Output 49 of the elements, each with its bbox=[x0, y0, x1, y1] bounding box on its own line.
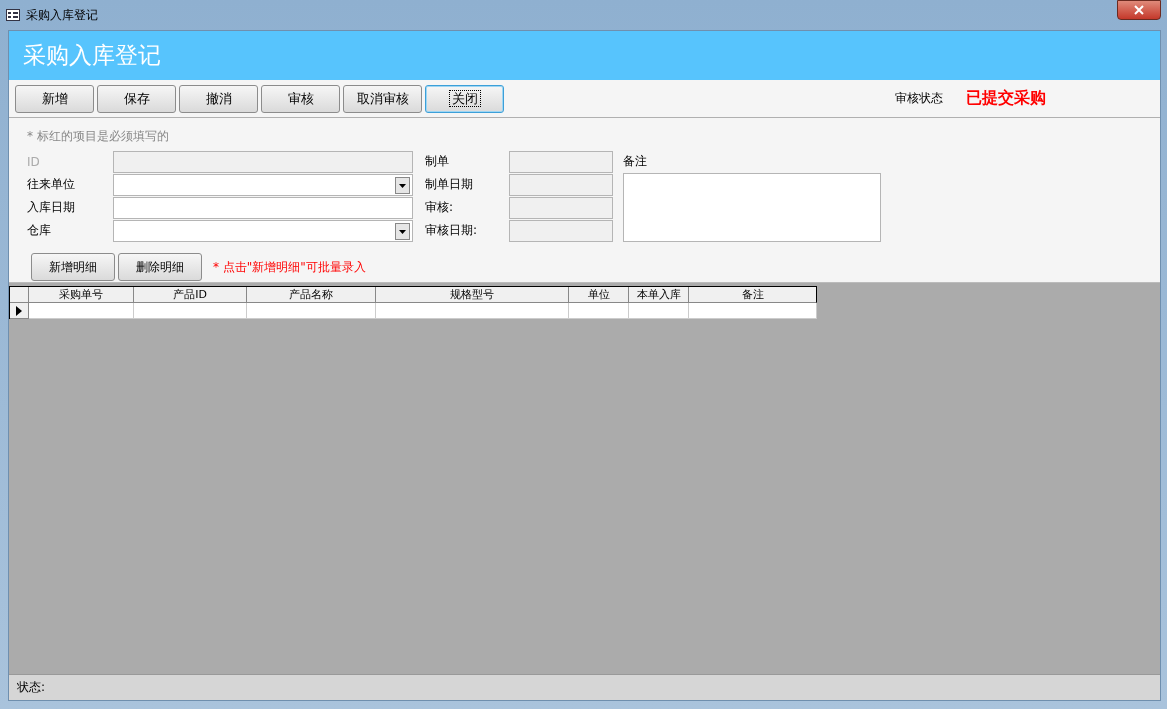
text-field[interactable] bbox=[509, 219, 613, 242]
field-label: 仓库 bbox=[27, 222, 52, 239]
toolbar-button[interactable]: 审核 bbox=[261, 84, 340, 113]
review-status-value: 已提交采购 bbox=[966, 88, 1046, 109]
table-cell[interactable] bbox=[569, 303, 629, 319]
detail-button[interactable]: 删除明细 bbox=[118, 253, 202, 281]
window-title: 采购入库登记 bbox=[26, 6, 98, 24]
column-header[interactable]: 本单入库 bbox=[629, 287, 689, 303]
column-header[interactable]: 采购单号 bbox=[29, 287, 134, 303]
text-field[interactable] bbox=[509, 150, 613, 173]
text-field[interactable] bbox=[509, 196, 613, 219]
form-icon bbox=[6, 9, 20, 21]
table-cell[interactable] bbox=[134, 303, 247, 319]
text-field[interactable] bbox=[509, 173, 613, 196]
toolbar-button[interactable]: 取消审核 bbox=[343, 84, 422, 113]
column-header[interactable]: 规格型号 bbox=[376, 287, 569, 303]
table-cell[interactable] bbox=[247, 303, 376, 319]
form-title: 采购入库登记 bbox=[23, 41, 161, 70]
detail-hint: * 点击"新增明细"可批量录入 bbox=[213, 258, 366, 276]
table-cell[interactable] bbox=[29, 303, 134, 319]
field-label: 制单日期 bbox=[425, 176, 474, 193]
remarks-field[interactable] bbox=[623, 173, 881, 242]
field-label: 入库日期 bbox=[27, 199, 76, 216]
close-button[interactable] bbox=[1117, 0, 1161, 20]
remarks-label: 备注 bbox=[623, 153, 648, 170]
required-note: * 标红的项目是必须填写的 bbox=[27, 128, 170, 145]
column-header[interactable]: 单位 bbox=[569, 287, 629, 303]
status-label: 状态: bbox=[17, 679, 46, 696]
field-label: ID bbox=[27, 154, 41, 169]
toolbar-button[interactable]: 撤消 bbox=[179, 84, 258, 113]
review-status-label: 审核状态 bbox=[895, 90, 943, 107]
field-label: 审核: bbox=[425, 199, 455, 216]
detail-button[interactable]: 新增明细 bbox=[31, 253, 115, 281]
toolbar-button[interactable]: 关闭 bbox=[425, 84, 504, 113]
field-label: 往来单位 bbox=[27, 176, 76, 193]
field-label: 制单 bbox=[425, 153, 450, 170]
close-icon[interactable] bbox=[1134, 5, 1144, 15]
record-pointer-icon bbox=[16, 305, 22, 316]
text-field[interactable] bbox=[113, 196, 413, 219]
column-header[interactable]: 备注 bbox=[689, 287, 817, 303]
column-header[interactable]: 产品名称 bbox=[247, 287, 376, 303]
record-selector[interactable] bbox=[10, 303, 29, 319]
toolbar-button[interactable]: 保存 bbox=[97, 84, 176, 113]
field-label: 审核日期: bbox=[425, 222, 479, 239]
table-cell[interactable] bbox=[376, 303, 569, 319]
table-cell[interactable] bbox=[629, 303, 689, 319]
table-cell[interactable] bbox=[689, 303, 817, 319]
toolbar-button[interactable]: 新增 bbox=[15, 84, 94, 113]
column-header[interactable]: 产品ID bbox=[134, 287, 247, 303]
